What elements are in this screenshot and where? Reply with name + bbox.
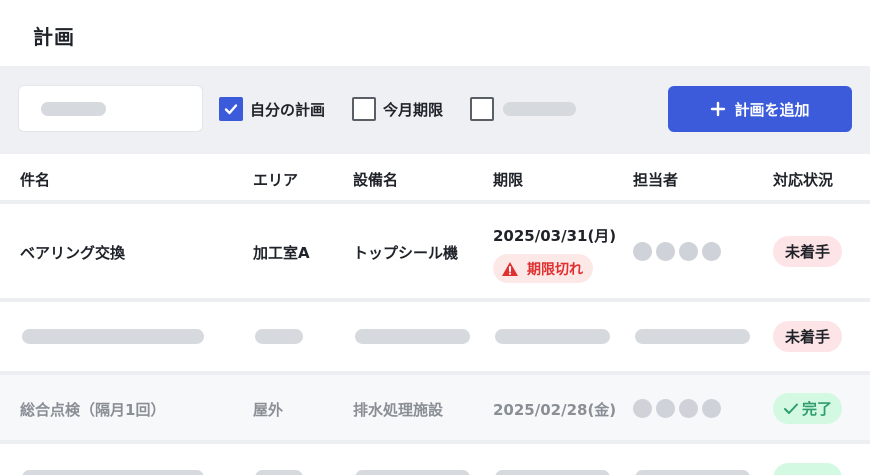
check-icon xyxy=(224,104,238,115)
row-title-skeleton xyxy=(22,470,204,475)
column-header-title[interactable]: 件名 xyxy=(20,169,50,190)
row-assignee-skeleton xyxy=(635,470,750,475)
assignee-avatars xyxy=(633,242,721,261)
row-title: ベアリング交換 xyxy=(20,244,126,262)
avatar xyxy=(656,399,675,418)
plus-icon xyxy=(711,101,726,117)
page-title: 計画 xyxy=(33,25,75,49)
table-row[interactable]: 総合点検（隔月1回） 屋外 排水処理施設 2025/02/28(金) 完了 xyxy=(0,375,870,441)
add-plan-button[interactable]: 計画を追加 xyxy=(668,86,852,132)
filter-this-month-checkbox[interactable] xyxy=(352,97,376,121)
row-equipment-skeleton xyxy=(355,470,470,475)
overdue-badge-label: 期限切れ xyxy=(527,261,583,278)
assignee-avatars xyxy=(633,399,721,418)
add-plan-button-label: 計画を追加 xyxy=(734,100,810,119)
row-equipment: 排水処理施設 xyxy=(353,401,444,419)
row-area-skeleton xyxy=(255,329,303,344)
filter-third-checkbox[interactable] xyxy=(470,97,494,121)
column-header-status[interactable]: 対応状況 xyxy=(773,169,833,190)
status-badge xyxy=(773,463,842,475)
search-input[interactable] xyxy=(18,85,203,132)
row-title: 総合点検（隔月1回） xyxy=(20,401,166,419)
table-row[interactable]: ベアリング交換 加工室A トップシール機 2025/03/31(月) 期限切れ … xyxy=(0,204,870,298)
search-placeholder-skeleton xyxy=(41,102,106,116)
row-area: 屋外 xyxy=(253,401,284,419)
column-header-assignee[interactable]: 担当者 xyxy=(633,169,678,190)
avatar xyxy=(633,399,652,418)
row-equipment-skeleton xyxy=(355,329,470,344)
row-assignee-skeleton xyxy=(635,329,750,344)
row-due-date: 2025/02/28(金) xyxy=(493,401,617,419)
row-due-skeleton xyxy=(495,470,610,475)
row-area-skeleton xyxy=(255,470,303,475)
table-row[interactable] xyxy=(0,444,870,475)
filter-my-plans[interactable]: 自分の計画 xyxy=(219,97,325,121)
filter-third-label-skeleton xyxy=(503,102,576,116)
column-header-equipment[interactable]: 設備名 xyxy=(353,169,398,190)
status-badge: 未着手 xyxy=(773,321,842,352)
column-header-due[interactable]: 期限 xyxy=(493,169,523,190)
table-row[interactable]: 未着手 xyxy=(0,302,870,372)
check-icon xyxy=(783,403,798,414)
filter-toolbar: 自分の計画 今月期限 計画を追加 xyxy=(0,66,870,154)
avatar xyxy=(702,242,721,261)
avatar xyxy=(702,399,721,418)
status-badge-label: 未着手 xyxy=(784,328,830,346)
status-badge-label: 未着手 xyxy=(784,243,830,261)
status-badge-label: 完了 xyxy=(801,400,832,418)
avatar xyxy=(633,242,652,261)
warning-icon xyxy=(502,261,518,276)
avatar xyxy=(656,242,675,261)
column-header-area[interactable]: エリア xyxy=(253,169,298,190)
filter-my-plans-label: 自分の計画 xyxy=(250,100,326,119)
filter-my-plans-checkbox[interactable] xyxy=(219,97,243,121)
table-header: 件名 エリア 設備名 期限 担当者 対応状況 xyxy=(0,155,870,203)
row-due-skeleton xyxy=(495,329,610,344)
filter-this-month[interactable]: 今月期限 xyxy=(352,97,443,121)
row-area: 加工室A xyxy=(253,244,310,262)
row-equipment: トップシール機 xyxy=(353,244,459,262)
filter-third[interactable] xyxy=(470,97,576,121)
overdue-badge: 期限切れ xyxy=(493,254,593,283)
row-due-date: 2025/03/31(月) xyxy=(493,227,617,245)
filter-this-month-label: 今月期限 xyxy=(383,100,444,119)
avatar xyxy=(679,399,698,418)
status-badge: 未着手 xyxy=(773,236,842,267)
status-badge: 完了 xyxy=(773,393,842,424)
row-title-skeleton xyxy=(22,329,204,344)
avatar xyxy=(679,242,698,261)
